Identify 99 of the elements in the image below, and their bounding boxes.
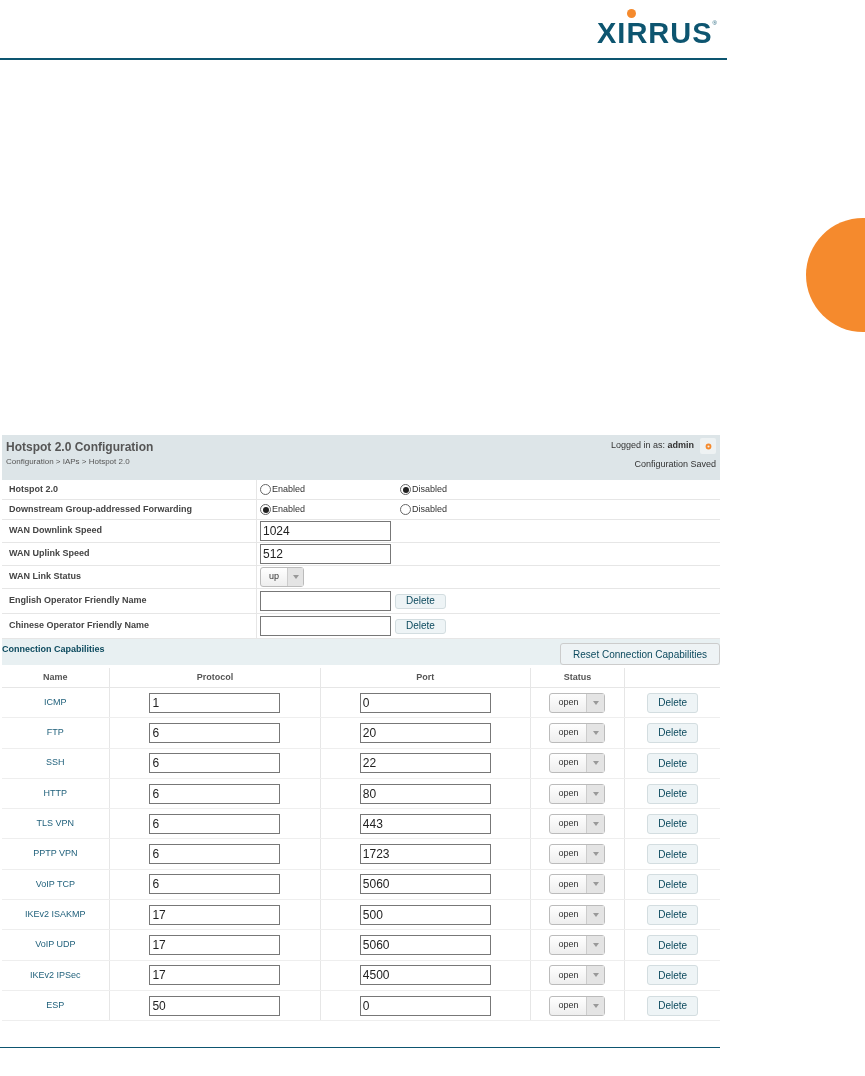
caret-icon xyxy=(592,730,599,735)
text-field[interactable]: 6 xyxy=(149,813,281,834)
setting-label: WAN Downlink Speed xyxy=(9,524,102,538)
dropdown[interactable]: open xyxy=(549,995,606,1016)
dropdown[interactable]: open xyxy=(549,904,606,925)
delete-button[interactable]: Delete xyxy=(395,593,446,609)
caret-icon xyxy=(592,821,599,826)
text-field[interactable]: 443 xyxy=(359,813,491,834)
login-info: Logged in as: admin xyxy=(610,439,694,453)
caret-icon xyxy=(592,1003,599,1008)
text-field[interactable]: 17 xyxy=(149,904,281,925)
radio-option[interactable]: Disabled xyxy=(400,502,540,517)
radio-button[interactable] xyxy=(400,484,411,496)
column-header: Port xyxy=(416,670,435,684)
protocol-name: FTP xyxy=(46,726,64,740)
caret-icon xyxy=(292,575,299,579)
dropdown[interactable]: open xyxy=(549,783,606,804)
text-field[interactable]: 6 xyxy=(149,753,281,774)
text-field[interactable]: 6 xyxy=(149,844,281,865)
text-field[interactable]: 50 xyxy=(149,995,281,1016)
setting-label: Chinese Operator Friendly Name xyxy=(9,619,150,633)
delete-button[interactable]: Delete xyxy=(647,753,699,774)
protocol-name: VoIP UDP xyxy=(35,938,76,952)
text-field[interactable]: 500 xyxy=(359,904,491,925)
dropdown[interactable]: open xyxy=(549,722,606,743)
delete-button[interactable]: Delete xyxy=(647,874,699,895)
setting-label: English Operator Friendly Name xyxy=(9,594,147,608)
dropdown[interactable]: open xyxy=(549,935,606,955)
delete-button[interactable]: Delete xyxy=(647,813,699,834)
protocol-name: HTTP xyxy=(43,786,68,800)
column-header: Protocol xyxy=(196,670,234,684)
radio-option[interactable]: Enabled xyxy=(260,502,400,517)
text-field[interactable] xyxy=(260,616,391,636)
radio-button[interactable] xyxy=(260,484,271,496)
text-field[interactable]: 17 xyxy=(149,935,281,955)
breadcrumb: Configuration > IAPs > Hotspot 2.0 xyxy=(6,456,131,468)
text-field[interactable]: 0 xyxy=(359,692,491,713)
text-field[interactable]: 6 xyxy=(149,783,281,804)
text-field[interactable]: 1723 xyxy=(359,844,491,865)
text-field[interactable]: 1024 xyxy=(260,521,391,541)
caret-icon xyxy=(592,761,599,766)
delete-button[interactable]: Delete xyxy=(647,965,699,986)
protocol-name: SSH xyxy=(46,756,65,770)
dropdown[interactable]: open xyxy=(549,874,606,895)
radio-button[interactable] xyxy=(260,504,271,516)
dropdown[interactable]: open xyxy=(549,753,606,774)
protocol-name: VoIP TCP xyxy=(35,877,75,891)
text-field[interactable]: 0 xyxy=(359,995,491,1016)
caret-icon xyxy=(592,912,599,917)
text-field[interactable]: 5060 xyxy=(359,935,491,955)
protocol-name: IKEv2 ISAKMP xyxy=(25,907,86,921)
text-field[interactable]: 512 xyxy=(260,544,391,564)
delete-button[interactable]: Delete xyxy=(647,995,699,1016)
text-field[interactable] xyxy=(260,591,391,611)
save-status: Configuration Saved xyxy=(634,458,716,471)
protocol-name: IKEv2 IPSec xyxy=(30,968,81,982)
setting-label: Downstream Group-addressed Forwarding xyxy=(9,502,193,516)
text-field[interactable]: 22 xyxy=(359,753,491,774)
text-field[interactable]: 5060 xyxy=(359,874,491,895)
delete-button[interactable]: Delete xyxy=(395,618,446,634)
reset-button[interactable]: Reset Connection Capabilities xyxy=(560,643,720,665)
caret-icon xyxy=(592,700,599,705)
text-field[interactable]: 4500 xyxy=(359,965,491,986)
page-title: Hotspot 2.0 Configuration xyxy=(6,439,154,456)
text-field[interactable]: 6 xyxy=(149,874,281,895)
protocol-name: ICMP xyxy=(44,695,67,709)
dropdown[interactable]: open xyxy=(549,813,606,834)
text-field[interactable]: 1 xyxy=(149,692,281,713)
text-field[interactable]: 17 xyxy=(149,965,281,986)
column-header: Status xyxy=(563,670,592,684)
text-field[interactable]: 20 xyxy=(359,722,491,743)
dropdown[interactable]: open xyxy=(549,965,606,986)
delete-button[interactable]: Delete xyxy=(647,692,699,713)
text-field[interactable]: 80 xyxy=(359,783,491,804)
dropdown[interactable]: open xyxy=(549,692,606,713)
radio-button[interactable] xyxy=(400,504,411,516)
dropdown[interactable]: open xyxy=(549,844,606,865)
dropdown[interactable]: up xyxy=(260,567,304,587)
protocol-name: TLS VPN xyxy=(36,817,75,831)
delete-button[interactable]: Delete xyxy=(647,904,699,925)
caret-icon xyxy=(592,943,599,947)
setting-label: WAN Uplink Speed xyxy=(9,547,90,561)
caret-icon xyxy=(592,882,599,887)
protocol-name: PPTP VPN xyxy=(33,847,78,861)
delete-button[interactable]: Delete xyxy=(647,722,699,743)
caret-icon xyxy=(592,973,599,978)
caret-icon xyxy=(592,791,599,796)
setting-label: WAN Link Status xyxy=(9,570,81,584)
delete-button[interactable]: Delete xyxy=(647,783,699,804)
caret-icon xyxy=(592,852,599,857)
text-field[interactable]: 6 xyxy=(149,722,281,743)
section-title: Connection Capabilities xyxy=(2,643,105,656)
column-header: Name xyxy=(43,670,68,684)
radio-option[interactable]: Disabled xyxy=(400,482,540,497)
protocol-name: ESP xyxy=(46,998,65,1012)
delete-button[interactable]: Delete xyxy=(647,844,699,865)
setting-label: Hotspot 2.0 xyxy=(9,482,58,496)
delete-button[interactable]: Delete xyxy=(647,935,699,955)
radio-option[interactable]: Enabled xyxy=(260,482,400,497)
